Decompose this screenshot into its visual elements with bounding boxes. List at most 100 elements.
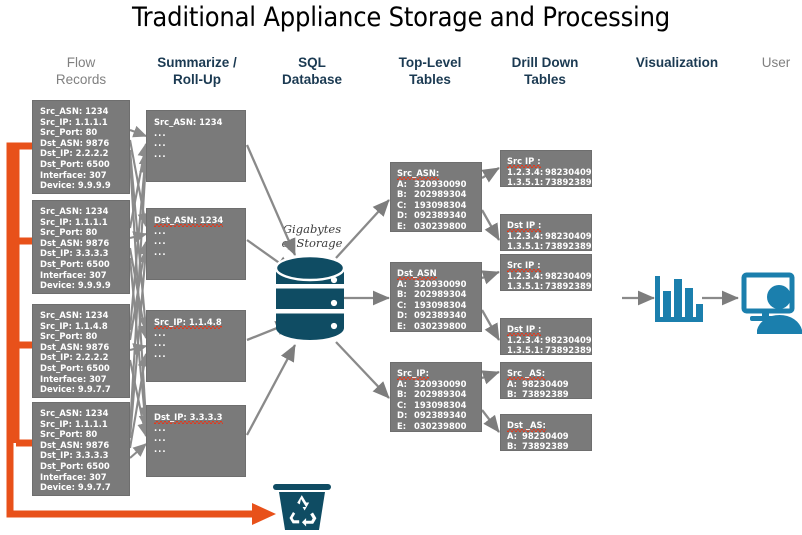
table-row: A: 98230409: [507, 379, 591, 390]
row-value: 98230409: [522, 378, 569, 389]
row-key: B:: [507, 389, 517, 400]
top-level-table[interactable]: Src_ASN: A: 320930090 B: 202989304 C: 19309…: [390, 162, 482, 232]
row-key: A:: [507, 378, 517, 389]
column-header-line2: Tables: [524, 72, 566, 87]
summary-box[interactable]: Src_IP: 1.1.4.8 ... ... ...: [146, 310, 246, 382]
table-row: B: 202989304: [397, 189, 481, 200]
row-value: 193098304: [414, 399, 467, 410]
column-header-line1: User: [761, 55, 791, 70]
row-value: 030239800: [414, 320, 467, 331]
table-heading: Src IP :: [507, 260, 541, 270]
column-header-line1: Flow: [66, 55, 96, 70]
diagram-canvas: Traditional Appliance Storage and Proces…: [0, 0, 802, 535]
table-row: 1.2.3.4: 98230409: [507, 335, 592, 346]
drill-down-table[interactable]: Src IP : 1.2.3.4: 98230409 1.3.5.1: 738923…: [500, 254, 592, 291]
flow-field: Dst_ASN: 9876: [40, 137, 110, 148]
storage-label: Gigabytes of Storage: [258, 222, 366, 250]
column-header-line2: Roll-Up: [173, 72, 221, 87]
table-row: B: 202989304: [397, 289, 481, 300]
row-key: D:: [397, 410, 408, 421]
table-row: 1.3.5.1: 73892389: [507, 345, 592, 356]
table-row: C: 193098304: [397, 300, 481, 311]
row-value: 202989304: [414, 389, 467, 400]
summary-ellipsis: ...: [154, 236, 167, 247]
table-row: A: 320930090: [397, 379, 481, 390]
table-heading: Dst _AS:: [507, 420, 546, 430]
table-heading: Dst IP :: [507, 324, 542, 334]
table-heading: Src IP :: [507, 156, 541, 166]
flow-record-box[interactable]: Src_ASN: 1234 Src_IP: 1.1.1.1 Src_Port: …: [32, 402, 130, 496]
flow-field: Dst_Port: 6500: [40, 258, 110, 269]
drill-down-table[interactable]: Dst IP : 1.2.3.4: 98230409 1.3.5.1: 738923…: [500, 214, 592, 251]
flow-record-box[interactable]: Src_ASN: 1234 Src_IP: 1.1.1.1 Src_Port: …: [32, 100, 130, 194]
row-key: A:: [397, 178, 407, 189]
summary-ellipsis: ...: [154, 422, 167, 433]
orange-arrowhead: [252, 503, 276, 525]
row-key: 1.3.5.1:: [507, 345, 544, 356]
row-key: 1.2.3.4:: [507, 270, 544, 281]
summary-ellipsis: ...: [154, 348, 167, 359]
row-value: 98230409: [545, 230, 592, 241]
flow-field: Dst_Port: 6500: [40, 362, 110, 373]
table-row: C: 193098304: [397, 400, 481, 411]
table-row: A: 320930090: [397, 279, 481, 290]
table-row: B: 73892389: [507, 389, 591, 400]
row-value: 98230409: [545, 270, 592, 281]
flow-record-box[interactable]: Src_ASN: 1234 Src_IP: 1.1.1.1 Src_Port: …: [32, 200, 130, 294]
top-level-table[interactable]: Src_IP: A: 320930090 B: 202989304 C: 193098…: [390, 362, 482, 432]
flow-field: Dst_IP: 3.3.3.3: [40, 450, 109, 461]
row-key: 1.3.5.1:: [507, 281, 544, 292]
flow-field: Src_ASN: 1234: [40, 408, 109, 418]
row-value: 320930090: [414, 178, 467, 189]
row-key: C:: [397, 299, 407, 310]
flow-field: Dst_Port: 6500: [40, 158, 110, 169]
storage-label-line1: Gigabytes: [282, 222, 342, 236]
summary-ellipsis: ...: [154, 127, 167, 138]
table-row: E: 030239800: [397, 221, 481, 232]
column-header-line2: Records: [55, 72, 107, 87]
drill-down-table[interactable]: Dst _AS: A: 98230409 B: 73892389: [500, 414, 592, 451]
row-key: A:: [397, 378, 407, 389]
table-row: 1.2.3.4: 98230409: [507, 167, 592, 178]
table-row: 1.2.3.4: 98230409: [507, 230, 592, 242]
flow-field: Interface: 307: [40, 471, 107, 482]
column-header-line1: Top-Level: [398, 55, 462, 70]
flow-field: Device: 9.9.9.9: [40, 280, 111, 291]
summary-box[interactable]: Dst_ASN: 1234 ... ... ...: [146, 208, 246, 280]
flow-field: Interface: 307: [40, 169, 107, 180]
flow-field: Interface: 307: [40, 269, 107, 280]
drill-down-table[interactable]: Dst IP : 1.2.3.4: 98230409 1.3.5.1: 738923…: [500, 318, 592, 355]
row-key: E:: [397, 320, 407, 331]
summary-heading: Dst_IP: 3.3.3.3: [154, 412, 223, 422]
table-row: C: 193098304: [397, 200, 481, 211]
flow-field: Device: 9.9.7.7: [40, 482, 111, 493]
table-heading: Src_IP:: [397, 368, 429, 378]
storage-label-line2: of Storage: [281, 236, 343, 250]
flow-record-box[interactable]: Src_ASN: 1234 Src_IP: 1.1.4.8 Src_Port: …: [32, 304, 130, 398]
summary-box[interactable]: Src_ASN: 1234 ... ... ...: [146, 110, 246, 182]
flow-field: Src_Port: 80: [40, 127, 98, 138]
column-header-user: User: [750, 54, 802, 71]
row-key: A:: [507, 430, 517, 441]
drill-down-table[interactable]: Src _AS: A: 98230409 B: 73892389: [500, 362, 592, 399]
flow-field: Dst_IP: 3.3.3.3: [40, 248, 109, 259]
flow-field: Device: 9.9.9.9: [40, 180, 111, 191]
row-key: 1.2.3.4:: [507, 230, 544, 241]
flow-field: Dst_IP: 2.2.2.2: [40, 352, 109, 363]
flow-field: Dst_ASN: 9876: [40, 439, 110, 450]
top-level-table[interactable]: Dst_ASN A: 320930090 B: 202989304 C: 193098…: [390, 262, 482, 332]
drill-down-table[interactable]: Src IP : 1.2.3.4: 98230409 1.3.5.1: 738923…: [500, 150, 592, 187]
column-header-top-level-tables: Top-Level Tables: [378, 54, 482, 88]
summary-box[interactable]: Dst_IP: 3.3.3.3 ... ... ...: [146, 405, 246, 477]
column-header-summarize-rollup: Summarize / Roll-Up: [142, 54, 252, 88]
row-key: B:: [397, 289, 407, 300]
row-key: E:: [397, 420, 407, 431]
column-header-line2: Tables: [409, 72, 451, 87]
row-key: C:: [397, 199, 407, 210]
row-key: B:: [507, 441, 517, 452]
flow-field: Src_IP: 1.1.1.1: [40, 418, 108, 429]
row-key: E:: [397, 220, 407, 231]
table-heading: Src_ASN:: [397, 168, 440, 178]
flow-field: Src_IP: 1.1.4.8: [40, 320, 108, 331]
row-key: C:: [397, 399, 407, 410]
